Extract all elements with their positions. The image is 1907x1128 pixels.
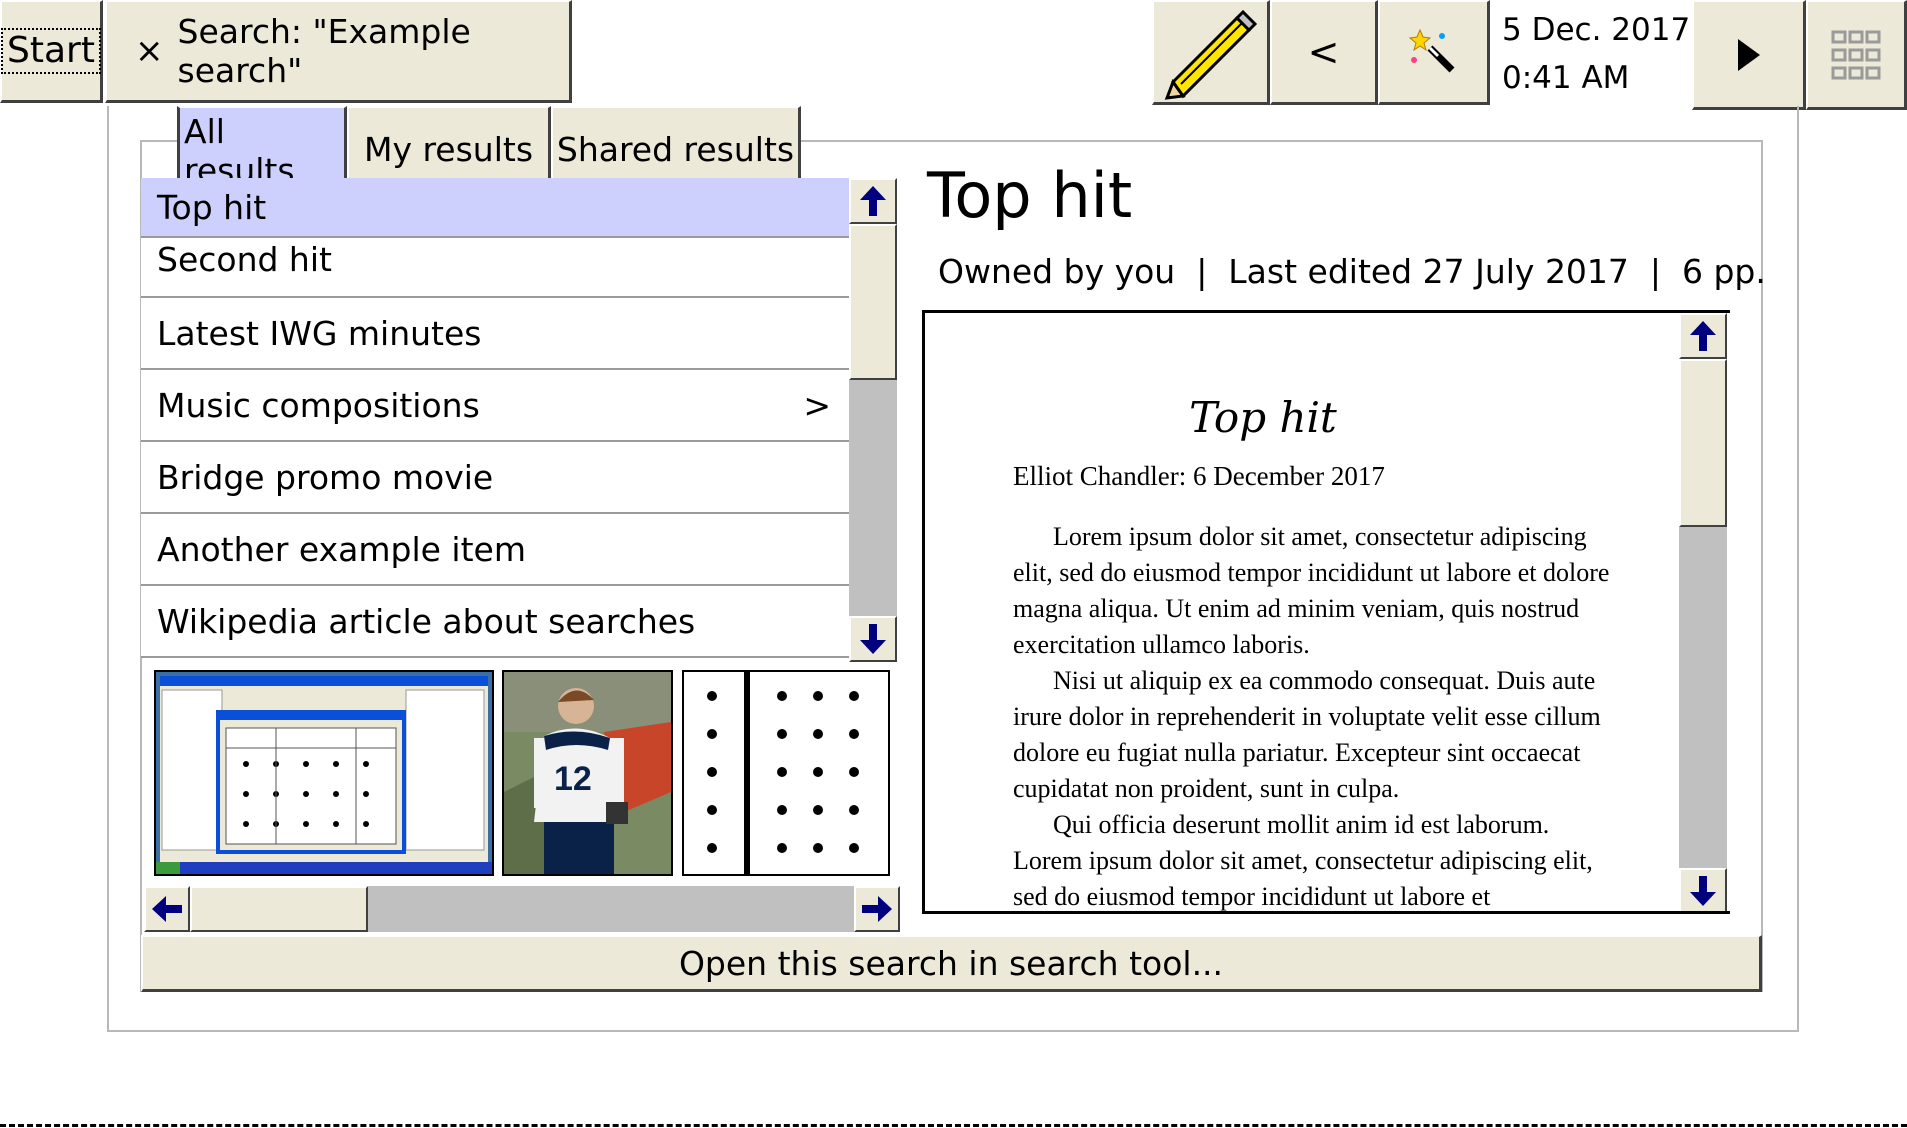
scroll-thumb[interactable]	[849, 224, 897, 380]
tab-label: My results	[363, 129, 534, 169]
list-item-label: Top hit	[157, 187, 267, 227]
list-item-label: Music compositions	[157, 385, 480, 425]
thumbnail-dot-grid[interactable]	[682, 670, 890, 876]
open-in-search-tool-button[interactable]: Open this search in search tool...	[141, 935, 1762, 992]
submenu-arrow-icon: >	[803, 385, 831, 425]
thumbnail-photo[interactable]: 12	[502, 670, 673, 876]
result-item-wikipedia-article[interactable]: Wikipedia article about searches	[141, 586, 849, 658]
result-list-vscrollbar[interactable]	[849, 178, 897, 662]
scroll-thumb[interactable]	[1679, 359, 1727, 527]
list-item-label: Wikipedia article about searches	[157, 601, 696, 641]
magic-wand-icon	[1408, 28, 1454, 73]
tab-my-results[interactable]: My results	[347, 106, 551, 178]
thumbnail-hscrollbar[interactable]	[144, 886, 900, 932]
result-item-top-hit[interactable]: Top hit	[141, 178, 849, 238]
result-item-music-compositions[interactable]: Music compositions >	[141, 370, 849, 442]
scroll-down-button[interactable]	[1679, 868, 1727, 911]
app-grid-button[interactable]	[1806, 0, 1907, 110]
forward-button[interactable]	[1692, 0, 1806, 110]
document-vscrollbar[interactable]	[1679, 313, 1727, 911]
document-paragraph: Lorem ipsum dolor sit amet, consectetur …	[1013, 522, 1610, 659]
screen-edge-divider	[0, 1124, 1907, 1127]
clock-date: 5 Dec. 2017	[1502, 12, 1691, 48]
start-label: Start	[1, 28, 101, 74]
arrow-left-icon	[152, 896, 182, 922]
result-item-bridge-promo[interactable]: Bridge promo movie	[141, 442, 849, 514]
result-item-second-hit[interactable]: Second hit	[141, 238, 849, 298]
open-button-label: Open this search in search tool...	[678, 943, 1224, 983]
search-chip-label: Search: "Example search"	[177, 12, 471, 90]
play-arrow-icon	[1737, 38, 1760, 71]
search-chip[interactable]: × Search: "Example search"	[105, 0, 572, 103]
document-preview[interactable]: Top hit Elliot Chandler: 6 December 2017…	[922, 310, 1730, 914]
result-item-another-example[interactable]: Another example item	[141, 514, 849, 586]
dot-grid-thumbnail-image	[684, 672, 888, 874]
back-button[interactable]: <	[1270, 0, 1378, 105]
arrow-right-icon	[862, 896, 892, 922]
preview-meta: Owned by you | Last edited 27 July 2017 …	[938, 252, 1766, 291]
clock-time: 0:41 AM	[1502, 60, 1630, 96]
grid-icon	[1831, 30, 1881, 79]
back-label: <	[1307, 30, 1340, 74]
tab-shared-results[interactable]: Shared results	[551, 106, 801, 178]
preview-title: Top hit	[927, 159, 1133, 232]
screenshot-thumbnail-image	[156, 672, 492, 874]
arrow-up-icon	[860, 186, 886, 216]
list-item-label: Bridge promo movie	[157, 457, 494, 497]
document-title: Top hit	[1189, 393, 1337, 442]
start-button[interactable]: Start	[0, 0, 103, 103]
result-item-iwg-minutes[interactable]: Latest IWG minutes	[141, 298, 849, 370]
document-body: Lorem ipsum dolor sit amet, consectetur …	[1013, 519, 1623, 911]
document-byline: Elliot Chandler: 6 December 2017	[1013, 461, 1385, 491]
tab-label: Shared results	[556, 129, 795, 169]
clock: 5 Dec. 2017 0:41 AM	[1490, 0, 1692, 105]
scroll-up-button[interactable]	[1679, 313, 1727, 359]
arrow-up-icon	[1690, 321, 1716, 351]
close-icon[interactable]: ×	[135, 31, 164, 71]
thumbnail-screenshot[interactable]	[154, 670, 494, 876]
arrow-down-icon	[1690, 876, 1716, 906]
scroll-down-button[interactable]	[849, 616, 897, 662]
magic-wand-button[interactable]	[1378, 0, 1490, 105]
document-paragraph: Qui officia deserunt mollit anim id est …	[1013, 810, 1593, 911]
football-player-photo: 12	[504, 672, 671, 874]
jersey-number: 12	[554, 760, 592, 798]
pencil-icon	[1164, 9, 1257, 100]
list-item-label: Another example item	[157, 529, 526, 569]
scroll-thumb[interactable]	[190, 886, 368, 932]
result-list: Top hit Second hit Latest IWG minutes Mu…	[141, 178, 849, 658]
document-paragraph: Nisi ut aliquip ex ea commodo consequat.…	[1013, 666, 1601, 803]
list-item-label: Second hit	[157, 240, 332, 279]
tab-all-results[interactable]: All results	[177, 106, 347, 190]
edit-button[interactable]	[1152, 0, 1270, 105]
scroll-right-button[interactable]	[854, 886, 900, 932]
scroll-left-button[interactable]	[144, 886, 190, 932]
scroll-up-button[interactable]	[849, 178, 897, 224]
arrow-down-icon	[860, 624, 886, 654]
list-item-label: Latest IWG minutes	[157, 313, 482, 353]
